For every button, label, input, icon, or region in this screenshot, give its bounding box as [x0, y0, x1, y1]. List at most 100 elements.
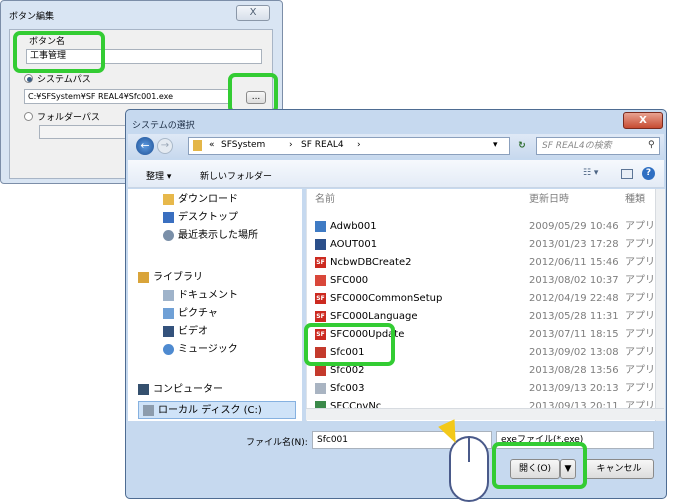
mouse-divider	[468, 436, 470, 462]
system-path-input[interactable]: C:¥SFSystem¥SF REAL4¥Sfc001.exe	[24, 89, 229, 104]
nav-item-library[interactable]: ライブラリ	[138, 269, 203, 287]
library-icon	[138, 271, 149, 283]
file-type: アプリ	[625, 347, 655, 358]
dialog-title: ボタン編集	[9, 12, 55, 22]
system-select-dialog: システムの選択 X ← → « SFSystem › SF REAL4 › ▾ …	[125, 109, 667, 499]
nav-item-label: ローカル ディスク (C:)	[158, 405, 262, 416]
file-name: Sfc002	[330, 365, 365, 376]
file-type: アプリ	[625, 329, 655, 340]
nav-item-label: コンピューター	[153, 384, 223, 395]
app-icon	[315, 364, 326, 376]
file-date: 2012/04/19 22:48	[529, 293, 619, 304]
help-icon[interactable]: ?	[642, 167, 655, 180]
breadcrumb-arrow[interactable]: ›	[289, 140, 293, 150]
app-icon	[315, 220, 326, 232]
column-header-type[interactable]: 種類	[625, 191, 645, 209]
pictures-icon	[163, 307, 174, 319]
nav-item-label: ビデオ	[178, 326, 208, 337]
system-path-label: システムパス	[37, 75, 91, 85]
breadcrumb-sfsystem[interactable]: SFSystem	[221, 140, 265, 150]
file-name: Adwb001	[330, 221, 377, 232]
column-header-modified[interactable]: 更新日時	[529, 191, 569, 209]
forward-arrow-icon[interactable]: →	[157, 138, 173, 154]
file-row[interactable]: AOUT001 2013/01/23 17:28 アプリ	[315, 236, 659, 254]
system-path-radio[interactable]	[24, 74, 33, 83]
nav-item-video[interactable]: ビデオ	[163, 323, 208, 341]
folder-path-radio[interactable]	[24, 112, 33, 121]
nav-item-downloads[interactable]: ダウンロード	[163, 191, 238, 209]
toolbar: 整理 ▾ 新しいフォルダー ☷ ▾ ?	[128, 160, 664, 188]
file-date: 2013/07/11 18:15	[529, 329, 619, 340]
app-icon	[315, 382, 326, 394]
nav-item-label: ダウンロード	[178, 194, 238, 205]
file-row[interactable]: Adwb001 2009/05/29 10:46 アプリ	[315, 218, 659, 236]
nav-item-computer[interactable]: コンピューター	[138, 381, 223, 399]
file-name: Sfc003	[330, 383, 365, 394]
highlight-open-button	[492, 442, 587, 489]
nav-item-music[interactable]: ミュージック	[163, 341, 238, 359]
file-type: アプリ	[625, 221, 655, 232]
file-date: 2009/05/29 10:46	[529, 221, 619, 232]
file-name: SFC000Language	[330, 311, 418, 322]
file-type: アプリ	[625, 239, 655, 250]
computer-icon	[138, 383, 149, 395]
nav-item-recent[interactable]: 最近表示した場所	[163, 227, 258, 245]
navigation-pane: ダウンロード デスクトップ 最近表示した場所 ライブラリ ドキュメント ピクチャ…	[128, 189, 302, 421]
cancel-button[interactable]: キャンセル	[584, 459, 654, 479]
breadcrumb-arrow[interactable]: ›	[357, 140, 361, 150]
sf-app-icon: SF	[315, 310, 326, 322]
close-button[interactable]: X	[623, 112, 663, 129]
nav-item-label: 最近表示した場所	[178, 230, 258, 241]
search-input[interactable]: SF REAL4の検索	[536, 137, 660, 155]
video-icon	[163, 325, 174, 337]
local-disk-icon	[143, 404, 154, 416]
nav-item-label: ピクチャ	[178, 308, 218, 319]
new-folder-button[interactable]: 新しいフォルダー	[200, 169, 272, 182]
back-arrow-icon[interactable]: ←	[136, 137, 154, 155]
file-date: 2013/05/28 11:31	[529, 311, 619, 322]
nav-item-label: ドキュメント	[178, 290, 238, 301]
organize-button[interactable]: 整理 ▾	[146, 169, 171, 182]
file-name: AOUT001	[330, 239, 378, 250]
file-row[interactable]: Sfc003 2013/09/13 20:13 アプリ	[315, 380, 659, 398]
file-row[interactable]: SF SFC000CommonSetup 2012/04/19 22:48 アプリ	[315, 290, 659, 308]
file-type: アプリ	[625, 365, 655, 376]
search-icon[interactable]: ⚲	[648, 140, 655, 150]
sf-app-icon: SF	[315, 292, 326, 304]
address-bar-row: ← → « SFSystem › SF REAL4 › ▾ ↻ SF REAL4…	[128, 134, 664, 158]
chevron-down-icon[interactable]: ▾	[493, 140, 498, 150]
close-button[interactable]: X	[236, 5, 270, 21]
highlight-button-name	[13, 31, 105, 73]
view-icon[interactable]: ☷ ▾	[583, 168, 598, 178]
file-date: 2013/08/28 13:56	[529, 365, 619, 376]
horizontal-scrollbar[interactable]	[306, 408, 664, 420]
nav-item-documents[interactable]: ドキュメント	[163, 287, 238, 305]
music-icon	[163, 343, 174, 355]
file-name: SFC000	[330, 275, 369, 286]
breadcrumb-sep: «	[209, 140, 215, 150]
file-row[interactable]: SF NcbwDBCreate2 2012/06/11 15:46 アプリ	[315, 254, 659, 272]
preview-pane-icon[interactable]	[621, 169, 633, 179]
nav-item-label: ライブラリ	[153, 272, 203, 283]
vertical-scrollbar[interactable]	[655, 189, 665, 421]
documents-icon	[163, 289, 174, 301]
refresh-icon[interactable]: ↻	[513, 137, 531, 155]
file-type: アプリ	[625, 257, 655, 268]
breadcrumb[interactable]: « SFSystem › SF REAL4 › ▾	[188, 137, 510, 155]
file-date: 2013/01/23 17:28	[529, 239, 619, 250]
nav-item-pictures[interactable]: ピクチャ	[163, 305, 218, 323]
file-list: 名前 更新日時 種類 Adwb001 2009/05/29 10:46 アプリ AO…	[306, 189, 665, 421]
file-row[interactable]: SFC000 2013/08/02 10:37 アプリ	[315, 272, 659, 290]
file-name: NcbwDBCreate2	[330, 257, 412, 268]
highlight-browse-button	[228, 73, 278, 114]
nav-item-desktop[interactable]: デスクトップ	[163, 209, 238, 227]
file-type: アプリ	[625, 311, 655, 322]
download-folder-icon	[163, 193, 174, 205]
column-header-name[interactable]: 名前	[315, 191, 335, 209]
breadcrumb-sf-real4[interactable]: SF REAL4	[301, 140, 344, 150]
app-icon	[315, 238, 326, 250]
folder-path-label: フォルダーパス	[37, 113, 100, 123]
file-date: 2013/08/02 10:37	[529, 275, 619, 286]
nav-item-local-disk[interactable]: ローカル ディスク (C:)	[138, 401, 296, 419]
recent-places-icon	[163, 229, 174, 241]
